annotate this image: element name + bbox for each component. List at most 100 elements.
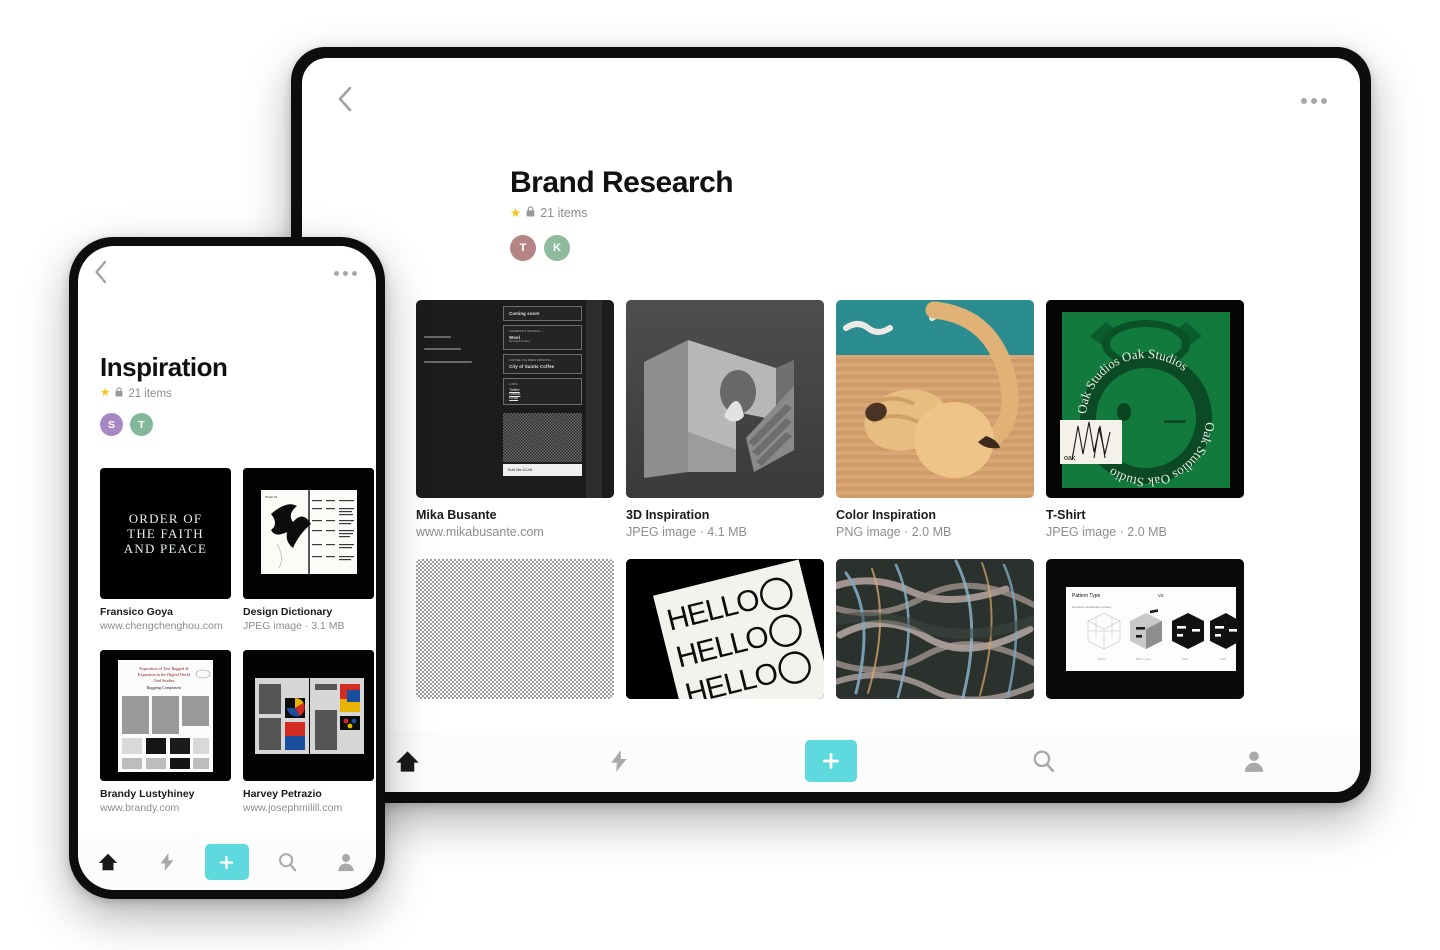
board-meta: ★ 21 items: [100, 387, 376, 400]
avatar-initial: T: [519, 242, 527, 254]
poster-text: ORDER OF THE FAITH AND PEACE: [124, 511, 207, 556]
item-subtitle: www.mikabusante.com: [416, 525, 544, 539]
item-title: Harvey Petrazio: [243, 788, 322, 800]
thumbnail-academic-paper[interactable]: Exposition of Text Ragged & Expansion in…: [100, 650, 231, 781]
add-button[interactable]: [204, 844, 249, 880]
back-button[interactable]: [93, 259, 108, 285]
home-icon: [396, 750, 420, 772]
tablet-bottom-nav: [302, 730, 1360, 792]
lock-icon: [115, 387, 123, 400]
search-icon: [1033, 750, 1054, 773]
grid-item[interactable]: PAGE 91 Design Dictionary JPEG image · 3…: [243, 468, 374, 632]
thumbnail-color-render[interactable]: [836, 300, 1034, 498]
grid-item[interactable]: ORDER OF THE FAITH AND PEACE Fransico Go…: [100, 468, 231, 632]
nav-add-button[interactable]: [197, 844, 257, 880]
dot-icon: [334, 271, 339, 276]
more-options-button[interactable]: [1301, 98, 1327, 104]
thumbnail-tshirt-photo[interactable]: Oak Studios Oak Studios Oak Studios Oak …: [1046, 300, 1244, 498]
grid-item[interactable]: [836, 559, 1034, 699]
item-title: 3D Inspiration: [626, 508, 710, 522]
nav-activity-button[interactable]: [138, 851, 198, 873]
avatar[interactable]: K: [544, 235, 570, 261]
back-button[interactable]: [336, 85, 353, 113]
item-title: T-Shirt: [1046, 508, 1086, 522]
nav-add-button[interactable]: [725, 740, 937, 782]
poster-line-1: ORDER OF: [128, 511, 203, 526]
member-avatars: T K: [510, 235, 1360, 261]
poster-line-3: AND PEACE: [123, 541, 208, 556]
site-card-coming-soon: Coming soon!: [503, 305, 583, 321]
item-count: 21 items: [128, 387, 172, 400]
grid-item[interactable]: Coming soon! CURRENTLY READING → Wool By…: [416, 300, 614, 539]
item-title: Fransico Goya: [100, 606, 173, 618]
thumbnail-website-screenshot[interactable]: Coming soon! CURRENTLY READING → Wool By…: [416, 300, 614, 498]
tablet-board-header: Brand Research ★ 21 items T K: [302, 132, 1360, 261]
phone-device: Inspiration ★ 21 items S T ORDER OF THE …: [69, 237, 385, 899]
nav-profile-button[interactable]: [316, 851, 376, 873]
item-subtitle: www.brandy.com: [100, 802, 180, 814]
svg-text:Pattern Type: Pattern Type: [1072, 593, 1100, 599]
nav-profile-button[interactable]: [1148, 748, 1360, 774]
page-title: Inspiration: [100, 352, 228, 382]
site-card-coffee: COFFEE I'VE BEEN DRINKING → City of Sain…: [503, 353, 583, 374]
dot-icon: [352, 271, 357, 276]
thumbnail-pattern-slide[interactable]: Pattern Type V2 Isometric perspective co…: [1046, 559, 1244, 699]
phone-board-header: Inspiration ★ 21 items S T: [78, 300, 376, 436]
avatar[interactable]: T: [130, 413, 153, 436]
grid-item[interactable]: Oak Studios Oak Studios Oak Studios Oak …: [1046, 300, 1244, 539]
site-link-email[interactable]: Email: [509, 396, 576, 400]
site-links-label: LINKS →: [509, 382, 522, 386]
plus-icon: [220, 855, 234, 869]
page-title: Brand Research: [510, 166, 734, 199]
item-subtitle: JPEG image · 4.1 MB: [626, 525, 747, 539]
more-options-button[interactable]: [334, 271, 357, 276]
avatar[interactable]: S: [100, 413, 123, 436]
site-coming-soon-text: Coming soon!: [509, 310, 540, 316]
phone-item-grid: ORDER OF THE FAITH AND PEACE Fransico Go…: [78, 468, 376, 814]
tablet-screen: Brand Research ★ 21 items T K Coming soo…: [302, 58, 1360, 792]
grid-item[interactable]: Color Inspiration PNG image · 2.0 MB: [836, 300, 1034, 539]
grid-item[interactable]: Pattern Type V2 Isometric perspective co…: [1046, 559, 1244, 699]
item-title: Design Dictionary: [243, 606, 333, 618]
site-checker-block: [503, 412, 583, 463]
dot-icon: [1321, 98, 1327, 104]
thumbnail-hello-poster[interactable]: HELLO HELLO HELLO: [626, 559, 824, 699]
site-footer-text: Built like ACAB.: [503, 464, 583, 477]
svg-text:V2: V2: [1158, 593, 1164, 598]
thumbnail-order-poster[interactable]: ORDER OF THE FAITH AND PEACE: [100, 468, 231, 599]
svg-text:Expansion in the Digital World: Expansion in the Digital World: [138, 672, 191, 677]
grid-item[interactable]: Exposition of Text Ragged & Expansion in…: [100, 650, 231, 814]
star-icon: ★: [100, 386, 111, 399]
avatar[interactable]: T: [510, 235, 536, 261]
thumbnail-magazine-spread[interactable]: [243, 650, 374, 781]
grid-item[interactable]: [416, 559, 614, 699]
item-subtitle: JPEG image · 3.1 MB: [243, 620, 345, 632]
svg-text:PAGE 91: PAGE 91: [265, 495, 278, 499]
tablet-topbar: [302, 58, 1360, 132]
site-reading-label: CURRENTLY READING →: [509, 329, 545, 333]
bolt-icon: [611, 750, 627, 772]
member-avatars: S T: [100, 413, 376, 436]
site-card-links: LINKS → Twitter GitHub Email: [503, 377, 583, 405]
search-icon: [278, 853, 296, 872]
avatar-initial: K: [553, 242, 561, 254]
nav-home-button[interactable]: [78, 851, 138, 873]
site-card-reading: CURRENTLY READING → Wool By Hugh Howey: [503, 324, 583, 350]
svg-text:Ragging Component: Ragging Component: [146, 685, 182, 690]
phone-screen: Inspiration ★ 21 items S T ORDER OF THE …: [78, 246, 376, 890]
nav-search-button[interactable]: [937, 748, 1149, 774]
thumbnail-abstract-texture[interactable]: [836, 559, 1034, 699]
grid-item[interactable]: Harvey Petrazio www.josephmilill.com: [243, 650, 374, 814]
add-button[interactable]: [804, 740, 857, 782]
nav-search-button[interactable]: [257, 851, 317, 873]
avatar-initial: T: [138, 418, 145, 431]
grid-item[interactable]: 3D Inspiration JPEG image · 4.1 MB: [626, 300, 824, 539]
svg-text:Frame: Frame: [1098, 657, 1106, 661]
thumbnail-halftone-pattern[interactable]: [416, 559, 614, 699]
tablet-item-grid: Coming soon! CURRENTLY READING → Wool By…: [302, 300, 1360, 699]
home-icon: [98, 853, 117, 871]
thumbnail-design-dictionary-spread[interactable]: PAGE 91: [243, 468, 374, 599]
grid-item[interactable]: HELLO HELLO HELLO: [626, 559, 824, 699]
thumbnail-3d-render[interactable]: [626, 300, 824, 498]
nav-activity-button[interactable]: [514, 748, 726, 774]
